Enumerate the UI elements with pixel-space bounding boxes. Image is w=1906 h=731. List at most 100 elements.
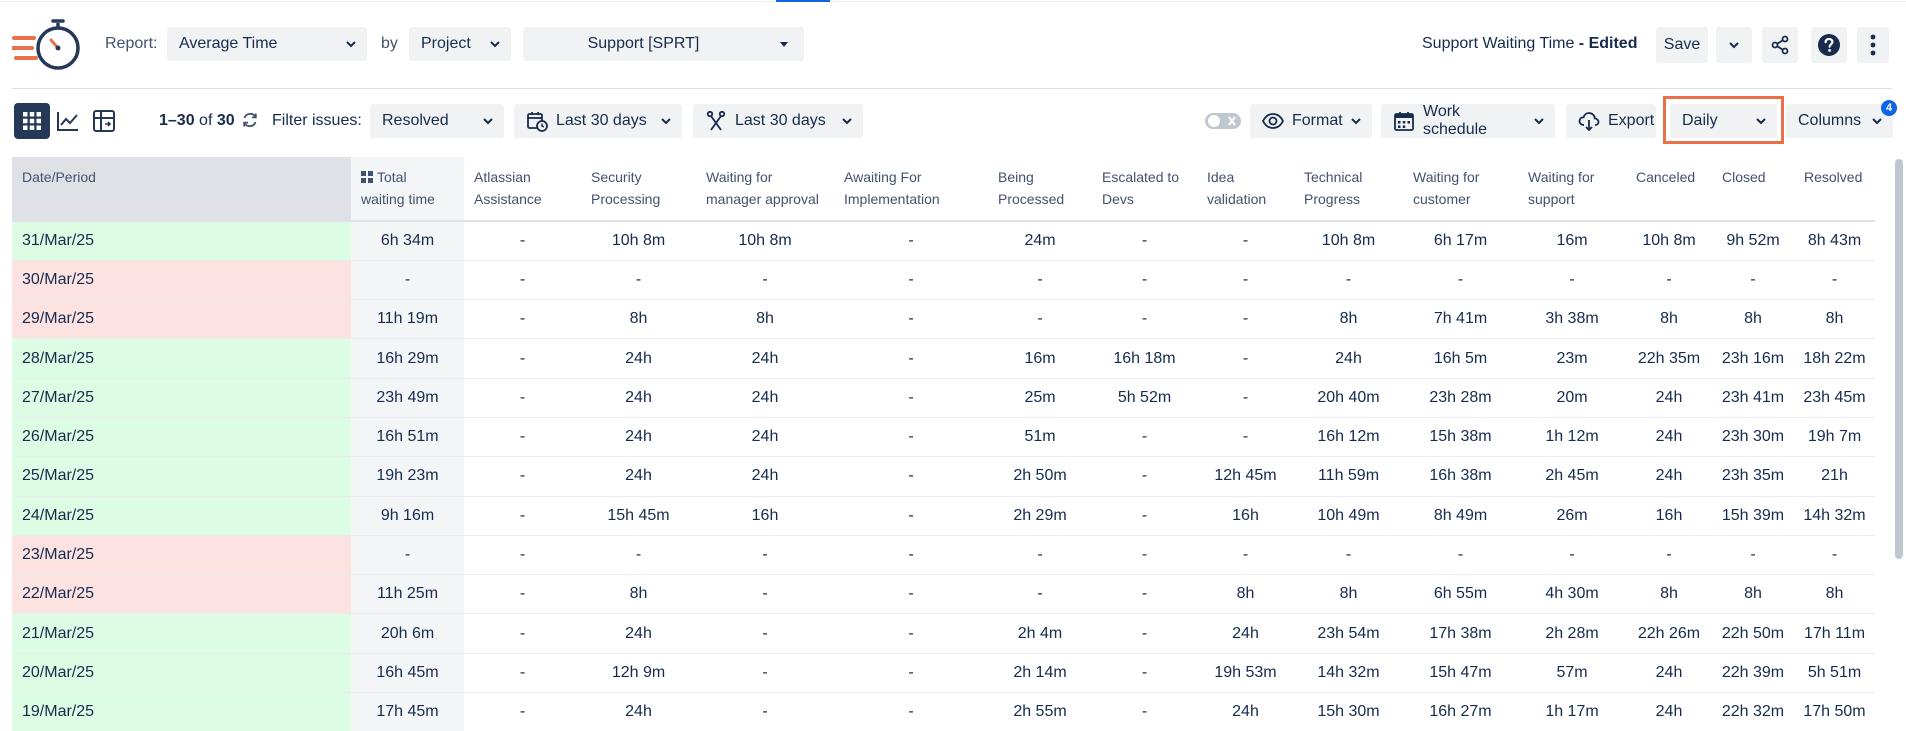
- table-cell: 11h 59m: [1294, 456, 1403, 497]
- total-waiting-time-cell: -: [351, 260, 464, 301]
- table-cell: -: [1092, 496, 1197, 536]
- column-header[interactable]: Escalated to Devs: [1092, 157, 1197, 222]
- table-cell: -: [834, 574, 988, 615]
- project-select[interactable]: Support [SPRT]: [523, 27, 804, 61]
- column-header[interactable]: Resolved: [1794, 157, 1875, 222]
- scrollbar-thumb[interactable]: [1895, 159, 1903, 559]
- chart-view-icon: [57, 112, 78, 131]
- table-cell: 7h 41m: [1403, 299, 1518, 340]
- toggle-icon[interactable]: [1204, 112, 1242, 130]
- date-cell: 21/Mar/25: [12, 613, 351, 654]
- grid-view-button[interactable]: [14, 103, 50, 139]
- table-cell: 8h: [581, 574, 696, 615]
- column-header[interactable]: Security Processing: [581, 157, 696, 222]
- table-cell: -: [464, 260, 581, 301]
- table-cell: 16m: [1518, 221, 1626, 261]
- table-cell: 17h 50m: [1794, 692, 1875, 731]
- table-cell: 8h: [1712, 574, 1794, 615]
- pivot-view-button[interactable]: [86, 103, 122, 139]
- save-button[interactable]: Save: [1656, 27, 1708, 63]
- table-row[interactable]: 25/Mar/25 19h 23m -24h 24h -2h 50m -12h 45m 11…: [12, 456, 1875, 497]
- save-options-button[interactable]: [1716, 27, 1752, 63]
- column-header[interactable]: Idea validation: [1197, 157, 1294, 222]
- column-header-label: Closed: [1722, 169, 1766, 185]
- column-header[interactable]: Awaiting For Implementation: [834, 157, 988, 222]
- table-row[interactable]: 27/Mar/25 23h 49m -24h 24h -25m 5h 52m -20h 40…: [12, 378, 1875, 418]
- table-row[interactable]: 19/Mar/25 17h 45m -24h - -2h 55m -24h 15h 30m 1…: [12, 692, 1875, 731]
- date-cell: 20/Mar/25: [12, 653, 351, 694]
- table-cell: -: [1626, 535, 1712, 576]
- columns-button[interactable]: Columns: [1786, 104, 1893, 138]
- total-waiting-time-cell: 6h 34m: [351, 221, 464, 261]
- table-cell: -: [696, 260, 834, 301]
- active-tab-indicator: [776, 0, 830, 2]
- column-header-date-period[interactable]: Date/Period: [12, 157, 351, 222]
- export-label: Export: [1608, 112, 1655, 129]
- column-header-label: validation: [1207, 191, 1267, 207]
- group-by-select[interactable]: Project: [409, 27, 511, 61]
- report-header: Report: Average Time by Project Support …: [0, 10, 1906, 78]
- table-cell: -: [1092, 574, 1197, 615]
- column-header[interactable]: Waiting for customer: [1403, 157, 1518, 222]
- table-row[interactable]: 28/Mar/25 16h 29m -24h 24h -16m 16h 18m -24h 16…: [12, 338, 1875, 379]
- table-cell: -: [1092, 613, 1197, 654]
- help-button[interactable]: [1811, 27, 1847, 63]
- table-cell: -: [834, 692, 988, 731]
- table-row[interactable]: 24/Mar/25 9h 16m -15h 45m 16h -2h 29m -16h 10h…: [12, 496, 1875, 536]
- table-cell: -: [464, 378, 581, 418]
- column-header[interactable]: Being Processed: [988, 157, 1092, 222]
- table-cell: -: [464, 653, 581, 694]
- table-cell: -: [696, 535, 834, 576]
- column-header[interactable]: Closed: [1712, 157, 1794, 222]
- column-header[interactable]: Waiting for support: [1518, 157, 1626, 222]
- column-header-label: manager approval: [706, 191, 819, 207]
- table-row[interactable]: 31/Mar/25 6h 34m -10h 8m 10h 8m -24m - -10h 8m…: [12, 221, 1875, 261]
- column-header[interactable]: Technical Progress: [1294, 157, 1403, 222]
- table-cell: -: [834, 221, 988, 261]
- table-cell: 24m: [988, 221, 1092, 261]
- created-date-range-select[interactable]: Last 30 days: [514, 104, 682, 138]
- format-button[interactable]: Format: [1250, 104, 1372, 138]
- table-cell: -: [834, 417, 988, 458]
- table-row[interactable]: 22/Mar/25 11h 25m -8h - - - -8h 8h 6h 55m 4h 30m 8…: [12, 574, 1875, 615]
- refresh-icon[interactable]: [241, 111, 259, 129]
- column-header[interactable]: Canceled: [1626, 157, 1712, 222]
- table-cell: 24h: [1626, 456, 1712, 497]
- report-type-select[interactable]: Average Time: [167, 27, 367, 61]
- table-cell: -: [1294, 260, 1403, 301]
- table-cell: -: [834, 613, 988, 654]
- table-cell: 24h: [696, 338, 834, 379]
- table-cell: 23h 35m: [1712, 456, 1794, 497]
- chart-view-button[interactable]: [50, 103, 86, 139]
- work-schedule-button[interactable]: Work schedule: [1381, 103, 1555, 138]
- table-row[interactable]: 23/Mar/25- - - - - - - - - - - - - -: [12, 535, 1875, 576]
- total-waiting-time-cell: 17h 45m: [351, 692, 464, 731]
- table-row[interactable]: 20/Mar/25 16h 45m -12h 9m - -2h 14m -19h 53m 1…: [12, 653, 1875, 694]
- table-cell: 22h 35m: [1626, 338, 1712, 379]
- table-cell: -: [581, 535, 696, 576]
- chevron-down-icon: [1872, 118, 1882, 125]
- table-cell: 1h 17m: [1518, 692, 1626, 731]
- calendar-icon: [1394, 112, 1414, 131]
- group-by-value: Project: [421, 35, 471, 52]
- range-count: 1–30: [159, 112, 195, 129]
- transition-date-range-select[interactable]: Last 30 days: [693, 104, 863, 138]
- table-cell: 20h 40m: [1294, 378, 1403, 418]
- column-header[interactable]: Total waiting time: [351, 157, 464, 222]
- share-button[interactable]: [1762, 27, 1798, 63]
- table-scrollbar[interactable]: [1894, 157, 1904, 731]
- column-header[interactable]: Waiting for manager approval: [696, 157, 834, 222]
- table-cell: 24h: [581, 378, 696, 418]
- total-waiting-time-cell: 19h 23m: [351, 456, 464, 497]
- more-actions-button[interactable]: [1857, 27, 1889, 63]
- filter-issues-select[interactable]: Resolved: [370, 104, 504, 138]
- table-row[interactable]: 29/Mar/25 11h 19m -8h 8h - - - -8h 7h 41m 3h 38m 8…: [12, 299, 1875, 340]
- table-row[interactable]: 30/Mar/25- - - - - - - - - - - - - -: [12, 260, 1875, 301]
- table-cell: -: [1794, 535, 1875, 576]
- table-cell: -: [988, 574, 1092, 615]
- table-cell: 19h 7m: [1794, 417, 1875, 458]
- table-row[interactable]: 26/Mar/25 16h 51m -24h 24h -51m - -16h 12m 15h …: [12, 417, 1875, 458]
- column-header[interactable]: Atlassian Assistance: [464, 157, 581, 222]
- export-button[interactable]: Export: [1566, 104, 1656, 138]
- table-row[interactable]: 21/Mar/25 20h 6m -24h - -2h 4m -24h 23h 54m 17h…: [12, 613, 1875, 654]
